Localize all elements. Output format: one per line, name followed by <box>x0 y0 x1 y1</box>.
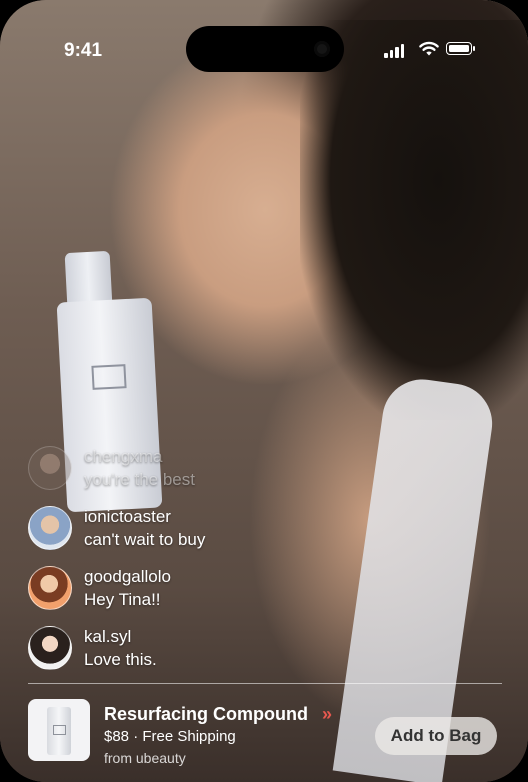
status-time: 9:41 <box>64 40 103 61</box>
live-comments-list: chengxma you're the best ionictoaster ca… <box>28 440 388 680</box>
status-bar: 9:41 <box>0 0 528 72</box>
comment-item: goodgallolo Hey Tina!! <box>28 560 388 618</box>
comment-message: can't wait to buy <box>84 530 206 549</box>
avatar[interactable] <box>28 446 72 490</box>
battery-icon <box>446 42 475 55</box>
comment-username[interactable]: chengxma <box>84 445 195 468</box>
comment-username[interactable]: goodgallolo <box>84 565 171 588</box>
product-price: $88 · Free Shipping <box>104 728 236 745</box>
product-logo-mark <box>91 364 127 390</box>
comment-username[interactable]: kal.syl <box>84 625 157 648</box>
live-shopping-screen: 9:41 chengxma you're the best ionictoast… <box>0 0 528 782</box>
cellular-signal-icon <box>384 44 404 58</box>
avatar[interactable] <box>28 506 72 550</box>
add-to-bag-button[interactable]: Add to Bag <box>375 717 497 755</box>
product-seller: from ubeauty <box>104 750 186 766</box>
comment-message: Love this. <box>84 650 157 669</box>
divider <box>28 683 502 684</box>
comment-item: chengxma you're the best <box>28 440 388 498</box>
product-bar[interactable]: Resurfacing Compound » $88 · Free Shippi… <box>0 690 528 782</box>
comment-message: Hey Tina!! <box>84 590 161 609</box>
camera-icon <box>314 41 330 57</box>
comment-message: you're the best <box>84 470 195 489</box>
comment-item: ionictoaster can't wait to buy <box>28 500 388 558</box>
comment-username[interactable]: ionictoaster <box>84 505 205 528</box>
dynamic-island <box>186 26 344 72</box>
avatar[interactable] <box>28 626 72 670</box>
video-background-detail <box>300 20 528 420</box>
product-thumbnail[interactable] <box>28 699 90 761</box>
avatar[interactable] <box>28 566 72 610</box>
chevron-right-icon[interactable]: » <box>322 704 332 725</box>
comment-item: kal.syl Love this. <box>28 620 388 678</box>
product-name[interactable]: Resurfacing Compound <box>104 704 308 725</box>
wifi-icon <box>419 41 439 56</box>
